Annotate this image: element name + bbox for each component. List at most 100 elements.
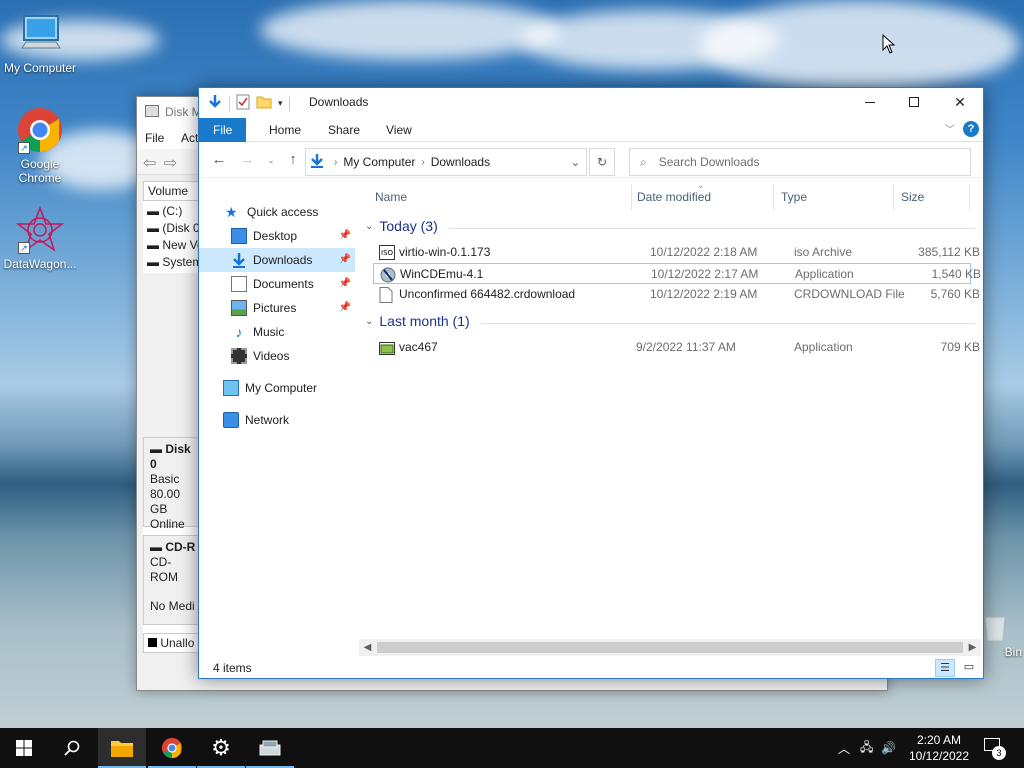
documents-icon xyxy=(231,276,247,292)
close-button[interactable]: ✕ xyxy=(937,88,983,116)
download-arrow-icon[interactable] xyxy=(207,94,223,113)
generic-file-icon xyxy=(379,287,395,303)
expand-ribbon-icon[interactable]: ﹀ xyxy=(945,121,955,136)
back-arrow-icon[interactable]: ← xyxy=(209,150,229,170)
file-explorer-icon xyxy=(111,741,133,757)
nav-downloads[interactable]: Downloads 📌 xyxy=(199,248,355,272)
nav-music[interactable]: ♪ Music xyxy=(199,320,355,344)
disk-pane: ▬ Disk 0 Basic 80.00 GB Online ▬ CD-R CD… xyxy=(143,437,203,653)
desktop-icon-datawagon[interactable]: ↗ DataWagon... xyxy=(0,205,80,271)
search-button[interactable] xyxy=(48,728,96,768)
file-size: 385,112 KB xyxy=(918,245,980,259)
details-view-icon[interactable]: ☰ xyxy=(935,659,955,677)
videos-icon xyxy=(231,348,247,364)
tab-home[interactable]: Home xyxy=(255,118,315,142)
maximize-button[interactable] xyxy=(891,88,937,116)
file-name: WinCDEmu-4.1 xyxy=(400,267,484,281)
breadcrumb-my-computer[interactable]: My Computer xyxy=(343,155,415,169)
mouse-cursor-icon xyxy=(882,33,896,57)
scroll-thumb[interactable] xyxy=(377,642,963,653)
tab-view[interactable]: View xyxy=(372,118,426,142)
up-arrow-icon[interactable]: ↑ xyxy=(283,150,303,170)
scroll-left-icon[interactable]: ◀ xyxy=(359,639,376,656)
list-item-crdownload[interactable]: Unconfirmed 664482.crdownload 10/12/2022… xyxy=(373,284,980,305)
column-header-date[interactable]: Date modified xyxy=(637,184,711,210)
large-icons-view-icon[interactable]: ▭ xyxy=(959,659,979,677)
clock[interactable]: 2:20 AM 10/12/2022 xyxy=(902,732,976,764)
taskbar-disk-management[interactable] xyxy=(246,728,294,768)
menu-action[interactable]: Act xyxy=(181,131,198,145)
desktop-icon-google-chrome[interactable]: ↗ Google Chrome xyxy=(0,106,80,185)
menu-file[interactable]: File xyxy=(145,131,164,145)
file-type: Application xyxy=(795,267,854,281)
file-list: Name ⌄ Date modified Type Size ⌄ Today (… xyxy=(359,180,981,644)
breadcrumb-downloads[interactable]: Downloads xyxy=(431,155,490,169)
nav-my-computer[interactable]: My Computer xyxy=(199,376,355,400)
start-button[interactable] xyxy=(0,728,48,768)
nav-pictures[interactable]: Pictures 📌 xyxy=(199,296,355,320)
back-arrow-icon[interactable]: ⇦ xyxy=(143,153,156,173)
address-bar[interactable]: › My Computer › Downloads ⌄ xyxy=(305,148,587,176)
new-folder-icon[interactable] xyxy=(256,95,272,112)
network-icon[interactable]: 🖧 xyxy=(860,738,873,759)
column-header-size[interactable]: Size xyxy=(901,184,924,210)
search-placeholder: Search Downloads xyxy=(658,155,760,169)
pin-icon[interactable]: 📌 xyxy=(339,272,351,296)
scroll-right-icon[interactable]: ▶ xyxy=(964,639,981,656)
customize-toolbar-icon[interactable]: ▾ xyxy=(278,98,283,109)
pin-icon[interactable]: 📌 xyxy=(339,296,351,320)
nav-desktop[interactable]: Desktop 📌 xyxy=(199,224,355,248)
taskbar-chrome[interactable] xyxy=(148,728,196,768)
show-hidden-icons-icon[interactable]: ︿ xyxy=(838,740,850,757)
group-header-last-month[interactable]: ⌄ Last month (1) xyxy=(365,313,975,329)
notification-center-button[interactable]: 3 xyxy=(982,736,1006,760)
forward-arrow-icon[interactable]: ⇨ xyxy=(164,153,177,173)
recycle-bin-icon xyxy=(983,612,1007,642)
group-header-today[interactable]: ⌄ Today (3) xyxy=(365,218,975,234)
star-icon: ★ xyxy=(225,204,238,220)
file-explorer-window[interactable]: ▾ Downloads ✕ File Home Share View ﹀ ? ←… xyxy=(198,87,984,679)
nav-quick-access[interactable]: ★ Quick access xyxy=(199,200,355,224)
file-type: CRDOWNLOAD File xyxy=(794,287,905,301)
column-divider[interactable] xyxy=(893,184,894,210)
search-input[interactable]: ⌕ Search Downloads xyxy=(629,148,971,176)
navigation-bar: ← → ⌄ ↑ › My Computer › Downloads ⌄ ↻ ⌕ … xyxy=(199,142,983,178)
nav-documents[interactable]: Documents 📌 xyxy=(199,272,355,296)
list-item-virtio[interactable]: ISO virtio-win-0.1.173 10/12/2022 2:18 A… xyxy=(373,242,980,263)
forward-arrow-icon[interactable]: → xyxy=(237,150,257,170)
column-header-type[interactable]: Type xyxy=(781,184,807,210)
file-date: 9/2/2022 11:37 AM xyxy=(636,340,736,354)
taskbar-file-explorer[interactable] xyxy=(98,728,146,768)
refresh-button[interactable]: ↻ xyxy=(589,148,615,176)
cdrom-label[interactable]: ▬ CD-R CD-ROM No Medi xyxy=(143,535,203,625)
gear-icon: ⚙ xyxy=(211,735,231,760)
disk0-label[interactable]: ▬ Disk 0 Basic 80.00 GB Online xyxy=(143,437,203,531)
list-item-vac467[interactable]: vac467 9/2/2022 11:37 AM Application 709… xyxy=(373,337,980,358)
column-divider[interactable] xyxy=(969,184,970,210)
list-item-wincdemu[interactable]: WinCDEmu-4.1 10/12/2022 2:17 AM Applicat… xyxy=(373,263,981,284)
volume-column-header[interactable]: Volume xyxy=(143,181,203,201)
nav-videos[interactable]: Videos xyxy=(199,344,355,368)
properties-icon[interactable] xyxy=(236,94,250,113)
file-size: 5,760 KB xyxy=(930,287,980,301)
refresh-icon: ↻ xyxy=(596,155,608,169)
pin-icon[interactable]: 📌 xyxy=(339,224,351,248)
iso-archive-icon: ISO xyxy=(379,245,395,260)
recent-locations-icon[interactable]: ⌄ xyxy=(261,150,281,170)
minimize-button[interactable] xyxy=(847,88,893,116)
volume-icon[interactable]: 🔊 xyxy=(881,741,896,755)
taskbar-settings[interactable]: ⚙ xyxy=(197,728,245,768)
column-divider[interactable] xyxy=(631,184,632,210)
pin-icon[interactable]: 📌 xyxy=(339,248,351,272)
address-dropdown-icon[interactable]: ⌄ xyxy=(571,156,580,169)
tab-share[interactable]: Share xyxy=(314,118,374,142)
column-header-name[interactable]: Name xyxy=(375,184,407,210)
nav-network[interactable]: Network xyxy=(199,408,355,432)
shortcut-arrow-icon: ↗ xyxy=(18,242,30,254)
column-divider[interactable] xyxy=(773,184,774,210)
svg-text:ISO: ISO xyxy=(381,249,394,257)
tab-file[interactable]: File xyxy=(199,118,247,142)
horizontal-scrollbar[interactable]: ◀ ▶ xyxy=(359,639,981,656)
help-icon[interactable]: ? xyxy=(963,121,979,137)
desktop-icon-my-computer[interactable]: My Computer xyxy=(0,10,80,75)
